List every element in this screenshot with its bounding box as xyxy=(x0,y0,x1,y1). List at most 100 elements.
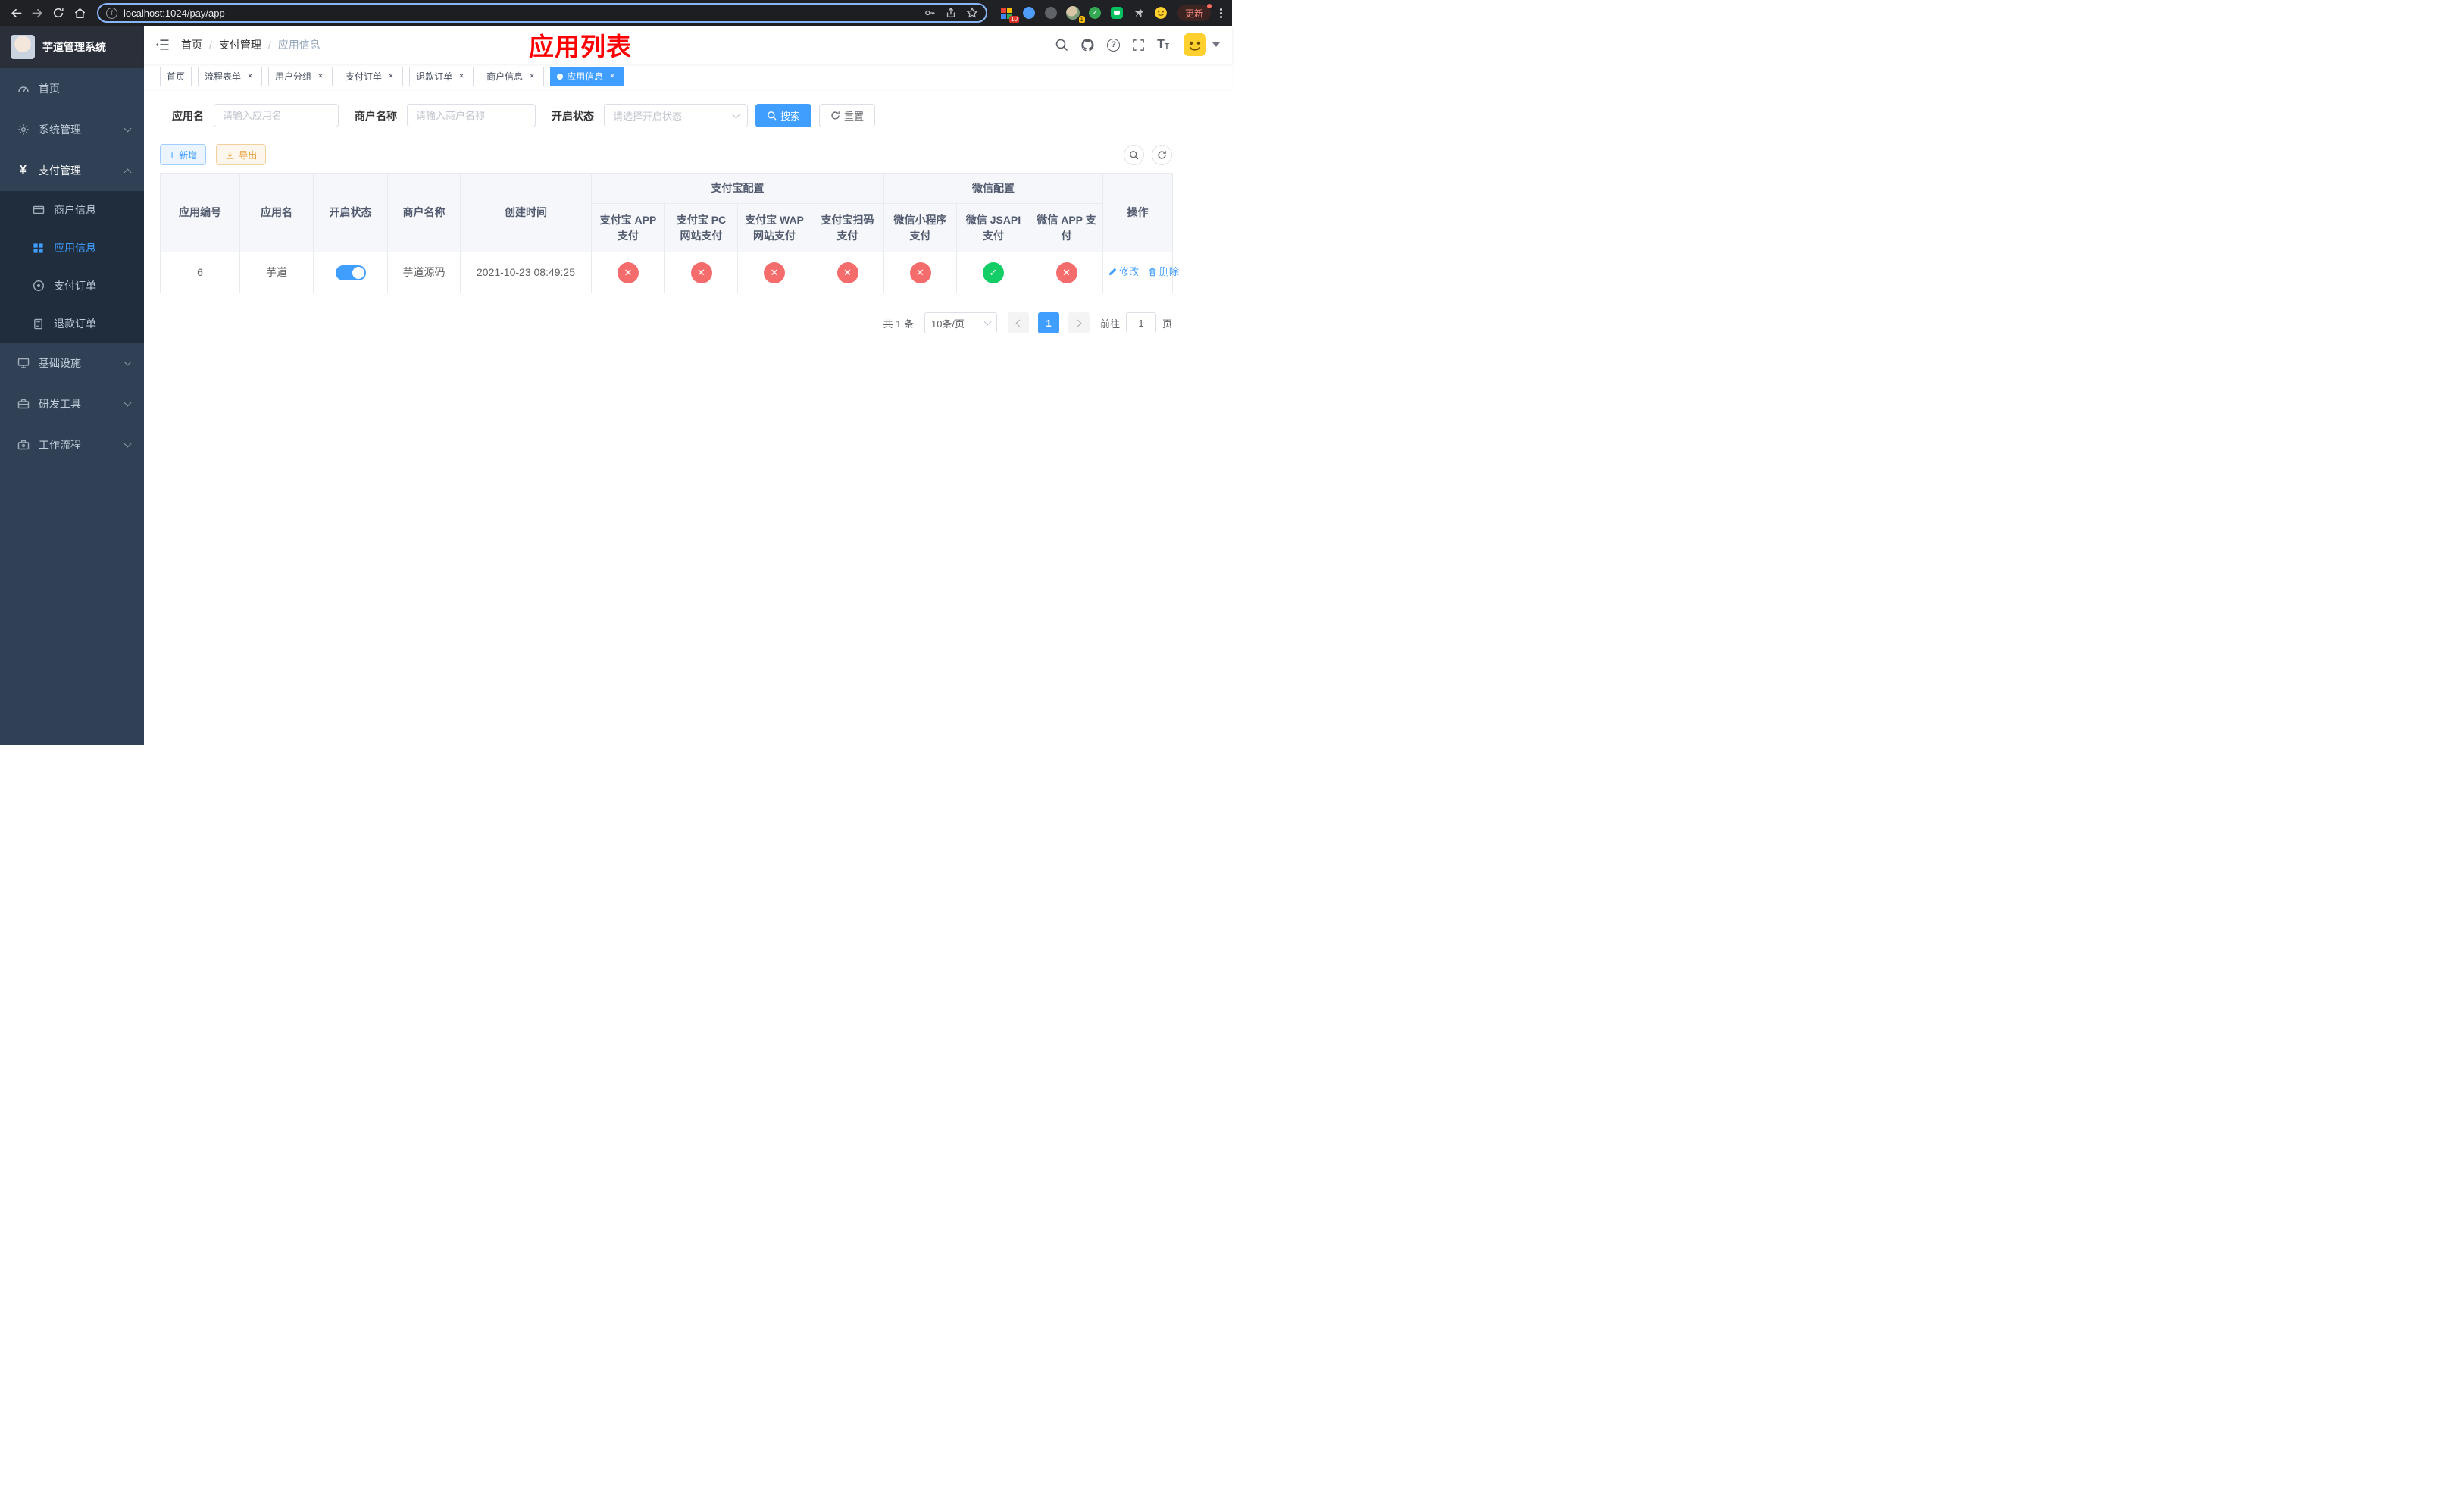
browser-update-button[interactable]: 更新 xyxy=(1177,4,1212,21)
sidebar: 芋道管理系统 首页 系统管理 ¥ 支付管理 商户信息 应用信息 支付订单 退款订… xyxy=(0,26,144,745)
url-text[interactable]: localhost:1024/pay/app xyxy=(124,8,918,19)
search-button[interactable]: 搜索 xyxy=(755,104,812,127)
tab-merchant-info[interactable]: 商户信息 xyxy=(480,66,545,86)
status-label: 开启状态 xyxy=(552,109,594,122)
table-header-row: 应用编号 应用名 开启状态 商户名称 创建时间 支付宝配置 微信配置 操作 xyxy=(160,173,1173,252)
goto-page-input[interactable] xyxy=(1125,312,1156,333)
site-info-icon[interactable] xyxy=(106,7,117,19)
extensions-area: 10 1 xyxy=(999,5,1168,23)
toggle-search-button[interactable] xyxy=(1124,144,1144,165)
col-alipay-app: 支付宝 APP 支付 xyxy=(591,203,665,252)
monitor-icon xyxy=(17,357,30,370)
sidebar-item-app-info[interactable]: 应用信息 xyxy=(0,229,144,267)
tab-label: 首页 xyxy=(167,71,186,82)
sidebar-collapse-icon[interactable] xyxy=(155,39,169,51)
add-button[interactable]: 新增 xyxy=(160,144,207,165)
sidebar-item-system[interactable]: 系统管理 xyxy=(0,109,144,150)
goto-label: 前往 xyxy=(1099,318,1120,330)
sidebar-item-dev-tools[interactable]: 研发工具 xyxy=(0,383,144,424)
close-icon[interactable] xyxy=(607,71,618,82)
avatar-extension-icon[interactable]: 1 xyxy=(1065,5,1085,23)
add-button-label: 新增 xyxy=(179,149,198,161)
fullscreen-icon[interactable] xyxy=(1132,39,1145,52)
close-icon[interactable] xyxy=(456,71,467,82)
sidebar-item-infrastructure[interactable]: 基础设施 xyxy=(0,343,144,383)
tab-process-form[interactable]: 流程表单 xyxy=(198,66,263,86)
sidebar-item-home[interactable]: 首页 xyxy=(0,68,144,109)
status-select[interactable]: 请选择开启状态 xyxy=(604,104,748,127)
refresh-table-button[interactable] xyxy=(1152,144,1172,165)
col-created: 创建时间 xyxy=(460,173,592,252)
drop-extension-icon[interactable] xyxy=(1021,5,1037,20)
back-icon[interactable] xyxy=(6,3,26,23)
key-icon[interactable] xyxy=(924,7,936,19)
emoji-extension-icon[interactable] xyxy=(1153,5,1168,20)
address-bar[interactable]: localhost:1024/pay/app xyxy=(97,3,987,23)
tab-home[interactable]: 首页 xyxy=(160,66,192,86)
col-alipay-pc: 支付宝 PC 网站支付 xyxy=(664,203,738,252)
avatar xyxy=(1183,33,1207,57)
check-circle-extension-icon[interactable] xyxy=(1087,5,1102,20)
reset-button[interactable]: 重置 xyxy=(819,104,876,127)
grid-extension-icon[interactable]: 10 xyxy=(999,5,1019,23)
search-icon[interactable] xyxy=(1055,38,1068,52)
goto-page-suffix: 页 xyxy=(1162,318,1172,330)
fail-icon xyxy=(909,261,931,283)
tab-user-group[interactable]: 用户分组 xyxy=(268,66,333,86)
bookmark-star-icon[interactable] xyxy=(966,7,978,19)
goto-page: 前往 页 xyxy=(1100,312,1172,333)
close-icon[interactable] xyxy=(527,71,537,82)
close-icon[interactable] xyxy=(245,71,255,82)
next-page-button[interactable] xyxy=(1068,312,1090,333)
page-number-1[interactable]: 1 xyxy=(1037,312,1059,333)
sidebar-item-merchant-info[interactable]: 商户信息 xyxy=(0,191,144,229)
help-icon[interactable] xyxy=(1107,38,1121,52)
breadcrumb-home[interactable]: 首页 xyxy=(181,37,202,52)
sidebar-item-refund-order[interactable]: 退款订单 xyxy=(0,305,144,343)
col-status: 开启状态 xyxy=(313,173,388,252)
prev-page-button[interactable] xyxy=(1007,312,1029,333)
sidebar-item-pay-order[interactable]: 支付订单 xyxy=(0,267,144,305)
merchant-name-input[interactable] xyxy=(416,110,527,121)
app-name-input[interactable] xyxy=(223,110,330,121)
dark-circle-extension-icon[interactable] xyxy=(1043,5,1058,20)
sidebar-item-workflow[interactable]: 工作流程 xyxy=(0,424,144,465)
breadcrumb: 首页 支付管理 应用信息 xyxy=(181,37,321,52)
toolbox-icon xyxy=(17,398,30,411)
toolbar-right xyxy=(1124,144,1172,165)
tab-label: 商户信息 xyxy=(486,71,524,82)
font-size-icon[interactable] xyxy=(1157,39,1169,51)
fail-icon xyxy=(618,261,639,283)
home-icon[interactable] xyxy=(70,3,89,23)
tab-pay-order[interactable]: 支付订单 xyxy=(339,66,404,86)
search-button-label: 搜索 xyxy=(780,111,801,122)
breadcrumb-payment[interactable]: 支付管理 xyxy=(219,37,261,52)
breadcrumb-separator xyxy=(209,39,212,51)
user-menu[interactable] xyxy=(1183,33,1220,57)
share-icon[interactable] xyxy=(945,7,957,19)
status-toggle[interactable] xyxy=(335,265,366,281)
refresh-icon[interactable] xyxy=(48,3,68,23)
merchant-name-label: 商户名称 xyxy=(355,109,397,122)
tab-refund-order[interactable]: 退款订单 xyxy=(409,66,474,86)
forward-icon[interactable] xyxy=(27,3,47,23)
chat-extension-icon[interactable] xyxy=(1109,5,1124,20)
export-button[interactable]: 导出 xyxy=(216,144,267,165)
col-app-id: 应用编号 xyxy=(160,173,240,252)
sidebar-item-payment[interactable]: ¥ 支付管理 xyxy=(0,150,144,191)
document-icon xyxy=(32,318,45,330)
close-icon[interactable] xyxy=(315,71,326,82)
page-size-select[interactable]: 10条/页 xyxy=(924,312,997,333)
delete-button[interactable]: 删除 xyxy=(1148,264,1179,280)
chevron-up-icon xyxy=(124,168,132,176)
update-label: 更新 xyxy=(1184,8,1203,19)
pin-extension-icon[interactable] xyxy=(1131,5,1146,20)
close-icon[interactable] xyxy=(386,71,396,82)
github-icon[interactable] xyxy=(1080,38,1095,52)
cell-wx-lite xyxy=(883,252,957,293)
browser-menu-icon[interactable] xyxy=(1215,6,1226,20)
gear-icon xyxy=(17,124,30,136)
plus-icon xyxy=(169,149,175,161)
tab-app-info[interactable]: 应用信息 xyxy=(550,66,625,86)
edit-button[interactable]: 修改 xyxy=(1108,264,1139,280)
